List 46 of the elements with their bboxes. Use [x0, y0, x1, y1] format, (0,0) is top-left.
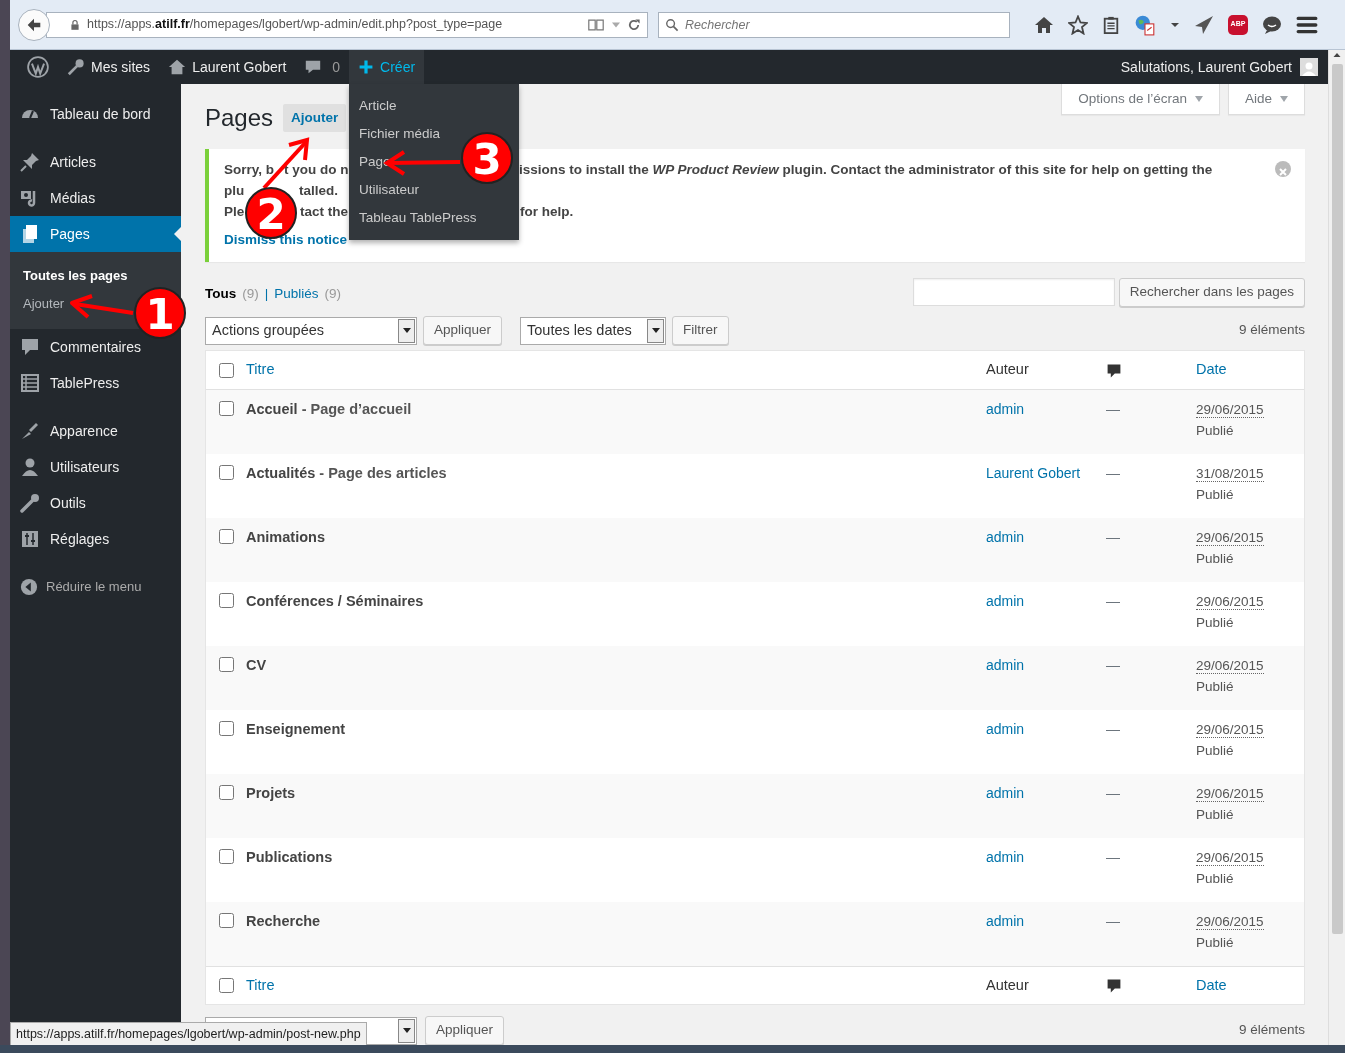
- item-count: 9 éléments: [1238, 1021, 1305, 1040]
- comment-count: —: [1106, 656, 1121, 675]
- view-count: (9): [324, 285, 342, 304]
- page-state-text: - Page d’accueil: [301, 401, 412, 417]
- separator-text: |: [264, 285, 269, 304]
- comment-count: —: [1106, 912, 1121, 931]
- status-url-tooltip: https://apps.atilf.fr/homepages/lgobert/wp-admin/post-new.php: [10, 1022, 367, 1046]
- notice-text: plu: [224, 183, 245, 198]
- status-text: Publié: [1196, 743, 1234, 758]
- comment-count: —: [1106, 400, 1121, 419]
- column-header: Auteur: [986, 975, 1030, 995]
- status-text: Publié: [1196, 871, 1234, 886]
- comment-count: —: [1106, 464, 1121, 483]
- notice-text: tact the: [300, 204, 348, 219]
- date-text: 29/06/2015: [1196, 786, 1264, 802]
- page-state-text: - Page des articles: [319, 465, 447, 481]
- status-text: Publié: [1196, 615, 1234, 630]
- status-text: Publié: [1196, 807, 1234, 822]
- column-header: Auteur: [986, 360, 1030, 380]
- date-text: 29/06/2015: [1196, 594, 1264, 610]
- date-text: 29/06/2015: [1196, 722, 1264, 738]
- notice-text: for help.: [520, 204, 574, 219]
- date-text: 31/08/2015: [1196, 466, 1264, 482]
- url-text: https://apps.atilf.fr/homepages/lgobert/wp-admin/edit.php?post_type=page: [87, 16, 504, 34]
- status-text: Publié: [1196, 935, 1234, 950]
- comment-count: —: [1106, 720, 1121, 739]
- item-count: 9 éléments: [1238, 321, 1305, 340]
- date-text: 29/06/2015: [1196, 402, 1264, 418]
- notice-text: Sorry, b: [224, 162, 274, 177]
- date-text: 29/06/2015: [1196, 914, 1264, 930]
- date-text: 29/06/2015: [1196, 850, 1264, 866]
- notice-text: talled.: [299, 183, 338, 198]
- comment-count: —: [1106, 592, 1121, 611]
- comment-count: —: [1106, 784, 1121, 803]
- date-text: 29/06/2015: [1196, 530, 1264, 546]
- view-count: (9): [242, 285, 259, 304]
- notice-text: issions to install the WP Product Review plugin. Contact the administrator of this site for help on getting the: [519, 162, 1213, 177]
- notice-text: Ple: [224, 204, 245, 219]
- status-text: Publié: [1196, 679, 1234, 694]
- status-text: Publié: [1196, 487, 1234, 502]
- comment-count: —: [1106, 848, 1121, 867]
- page-title: Pages: [205, 104, 274, 133]
- date-text: 29/06/2015: [1196, 658, 1264, 674]
- comment-count: —: [1106, 528, 1121, 547]
- status-text: Publié: [1196, 551, 1234, 566]
- status-text: Publié: [1196, 423, 1234, 438]
